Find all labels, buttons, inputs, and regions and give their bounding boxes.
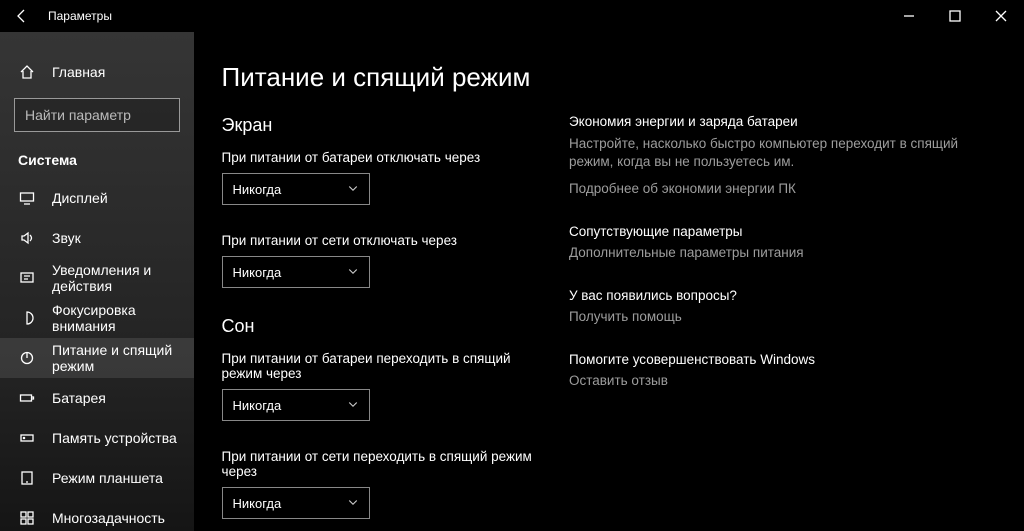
dropdown-value: Никогда — [233, 182, 282, 197]
screen-plugged-dropdown[interactable]: Никогда — [222, 256, 370, 288]
chevron-down-icon — [347, 496, 359, 511]
search-box[interactable] — [14, 98, 180, 132]
info-improve-link[interactable]: Оставить отзыв — [569, 373, 996, 388]
info-questions-head: У вас появились вопросы? — [569, 288, 996, 303]
info-energy: Экономия энергии и заряда батареи Настро… — [569, 114, 996, 196]
chevron-down-icon — [347, 182, 359, 197]
info-energy-desc: Настройте, насколько быстро компьютер пе… — [569, 135, 996, 171]
sidebar-item-display[interactable]: Дисплей — [0, 178, 194, 218]
minimize-button[interactable] — [886, 0, 932, 32]
dropdown-value: Никогда — [233, 265, 282, 280]
storage-icon — [18, 429, 36, 447]
focus-icon — [18, 309, 36, 327]
chevron-down-icon — [347, 265, 359, 280]
page-title: Питание и спящий режим — [222, 62, 549, 93]
sidebar-item-power[interactable]: Питание и спящий режим — [0, 338, 194, 378]
section-sleep: Сон — [222, 316, 549, 337]
sidebar-item-label: Уведомления и действия — [52, 262, 194, 294]
home-icon — [18, 63, 36, 81]
sidebar-item-label: Дисплей — [52, 190, 108, 206]
sidebar-item-focus[interactable]: Фокусировка внимания — [0, 298, 194, 338]
screen-plugged-label: При питании от сети отключать через — [222, 233, 549, 248]
sleep-battery-label: При питании от батареи переходить в спящ… — [222, 351, 549, 381]
sleep-battery-dropdown[interactable]: Никогда — [222, 389, 370, 421]
window-title: Параметры — [44, 9, 112, 23]
sleep-plugged-dropdown[interactable]: Никогда — [222, 487, 370, 519]
sidebar-home[interactable]: Главная — [0, 52, 194, 92]
info-improve: Помогите усовершенствовать Windows Остав… — [569, 352, 996, 388]
notifications-icon — [18, 269, 36, 287]
settings-column: Питание и спящий режим Экран При питании… — [222, 62, 549, 531]
content: Главная Система Дисплей Звук Уведомления… — [0, 32, 1024, 531]
info-related: Сопутствующие параметры Дополнительные п… — [569, 224, 996, 260]
display-icon — [18, 189, 36, 207]
sidebar-item-notifications[interactable]: Уведомления и действия — [0, 258, 194, 298]
window-controls — [886, 0, 1024, 32]
tablet-icon — [18, 469, 36, 487]
sidebar-item-label: Питание и спящий режим — [52, 342, 194, 374]
info-energy-head: Экономия энергии и заряда батареи — [569, 114, 996, 129]
close-button[interactable] — [978, 0, 1024, 32]
info-energy-link[interactable]: Подробнее об экономии энергии ПК — [569, 181, 996, 196]
sidebar-item-storage[interactable]: Память устройства — [0, 418, 194, 458]
minimize-icon — [900, 7, 918, 25]
screen-battery-label: При питании от батареи отключать через — [222, 150, 549, 165]
maximize-button[interactable] — [932, 0, 978, 32]
power-icon — [18, 349, 36, 367]
back-button[interactable] — [0, 0, 44, 32]
dropdown-value: Никогда — [233, 398, 282, 413]
sidebar-item-battery[interactable]: Батарея — [0, 378, 194, 418]
sidebar-item-label: Фокусировка внимания — [52, 302, 194, 334]
sidebar: Главная Система Дисплей Звук Уведомления… — [0, 32, 194, 531]
sidebar-item-label: Режим планшета — [52, 470, 163, 486]
main-panel: Питание и спящий режим Экран При питании… — [194, 32, 1024, 531]
sidebar-item-label: Память устройства — [52, 430, 177, 446]
maximize-icon — [946, 7, 964, 25]
sidebar-home-label: Главная — [52, 64, 105, 80]
titlebar: Параметры — [0, 0, 1024, 32]
info-related-link[interactable]: Дополнительные параметры питания — [569, 245, 996, 260]
screen-battery-dropdown[interactable]: Никогда — [222, 173, 370, 205]
section-screen: Экран — [222, 115, 549, 136]
sidebar-item-sound[interactable]: Звук — [0, 218, 194, 258]
close-icon — [992, 7, 1010, 25]
battery-icon — [18, 389, 36, 407]
sidebar-item-label: Батарея — [52, 390, 106, 406]
info-related-head: Сопутствующие параметры — [569, 224, 996, 239]
info-improve-head: Помогите усовершенствовать Windows — [569, 352, 996, 367]
sidebar-item-multitask[interactable]: Многозадачность — [0, 498, 194, 531]
arrow-left-icon — [13, 7, 31, 25]
sidebar-item-label: Звук — [52, 230, 81, 246]
sidebar-item-tablet[interactable]: Режим планшета — [0, 458, 194, 498]
sound-icon — [18, 229, 36, 247]
search-input[interactable] — [25, 107, 194, 123]
sidebar-item-label: Многозадачность — [52, 510, 165, 526]
sleep-plugged-label: При питании от сети переходить в спящий … — [222, 449, 549, 479]
multitask-icon — [18, 509, 36, 527]
info-questions-link[interactable]: Получить помощь — [569, 309, 996, 324]
dropdown-value: Никогда — [233, 496, 282, 511]
chevron-down-icon — [347, 398, 359, 413]
info-questions: У вас появились вопросы? Получить помощь — [569, 288, 996, 324]
info-column: Экономия энергии и заряда батареи Настро… — [549, 62, 1024, 531]
sidebar-group-title: Система — [0, 146, 194, 178]
